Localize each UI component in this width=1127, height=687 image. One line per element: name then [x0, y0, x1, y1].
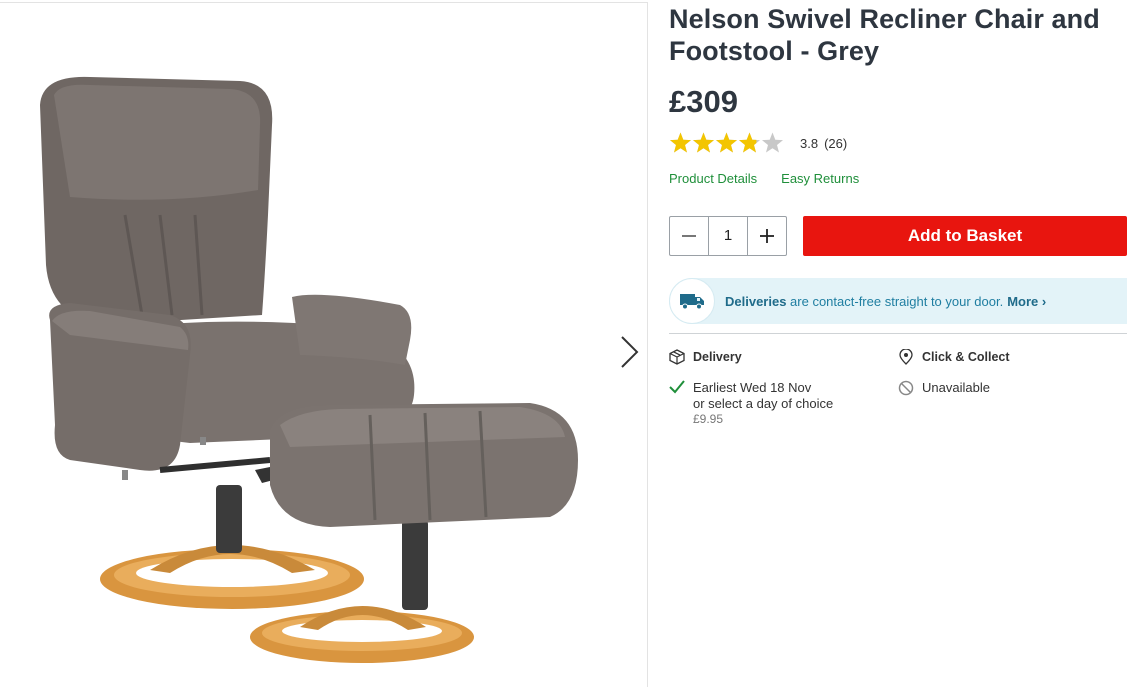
rating-count: (26)	[824, 135, 848, 151]
location-pin-icon	[899, 349, 913, 365]
fulfilment-options: Delivery Earliest Wed 18 Nov or select a…	[669, 349, 1127, 427]
truck-icon	[680, 294, 704, 310]
unavailable-icon	[898, 380, 914, 396]
product-price: £309	[669, 84, 738, 119]
product-details-link[interactable]: Product Details	[669, 171, 757, 186]
click-collect-heading: Click & Collect	[898, 349, 1127, 365]
add-to-basket-button[interactable]: Add to Basket	[803, 216, 1127, 256]
delivery-earliest-date: Earliest Wed 18 Nov	[693, 380, 812, 395]
click-collect-status: Unavailable	[922, 380, 990, 395]
delivery-banner-strong: Deliveries	[725, 293, 787, 309]
star-icon	[716, 132, 737, 153]
product-links: Product Details Easy Returns	[669, 171, 1127, 186]
divider	[669, 333, 1127, 334]
purchase-row: 1 Add to Basket	[669, 216, 1127, 256]
truck-icon-badge	[669, 278, 715, 324]
product-title: Nelson Swivel Recliner Chair and Footsto…	[669, 4, 1100, 66]
delivery-heading-label: Delivery	[693, 350, 742, 364]
check-icon	[669, 380, 685, 394]
delivery-more-label: More	[1007, 293, 1039, 309]
easy-returns-link[interactable]: Easy Returns	[781, 171, 859, 186]
delivery-fee: £9.95	[693, 412, 724, 426]
quantity-input[interactable]: 1	[708, 217, 748, 255]
chevron-right-icon	[621, 336, 639, 368]
rating-value: 3.8	[800, 135, 819, 151]
box-icon	[669, 349, 685, 365]
delivery-details: Earliest Wed 18 Nov or select a day of c…	[669, 380, 898, 427]
star-icon	[670, 132, 691, 153]
next-image-button[interactable]	[612, 331, 646, 373]
increase-quantity-button[interactable]	[748, 217, 786, 255]
click-collect-option[interactable]: Click & Collect Unavailable	[898, 349, 1127, 427]
click-collect-details: Unavailable	[898, 380, 1127, 396]
click-collect-heading-label: Click & Collect	[922, 350, 1010, 364]
star-icon	[739, 132, 760, 153]
delivery-banner-message: are contact-free straight to your door.	[786, 293, 1004, 309]
rating-stars	[669, 131, 784, 155]
delivery-banner-text: Deliveries are contact-free straight to …	[725, 294, 1003, 309]
star-icon	[693, 132, 714, 153]
product-rating[interactable]: 3.8 (26)	[669, 130, 1127, 156]
quantity-stepper: 1	[669, 216, 787, 256]
minus-icon	[682, 235, 696, 237]
delivery-choose-day: or select a day of choice	[693, 396, 834, 411]
delivery-heading: Delivery	[669, 349, 898, 365]
chevron-right-small-icon: ›	[1041, 293, 1047, 309]
delivery-option[interactable]: Delivery Earliest Wed 18 Nov or select a…	[669, 349, 898, 427]
star-icon	[762, 132, 783, 153]
product-image	[40, 76, 578, 663]
delivery-banner: Deliveries are contact-free straight to …	[669, 278, 1127, 324]
product-image-gallery	[0, 2, 648, 687]
product-info-panel: Nelson Swivel Recliner Chair and Footsto…	[669, 0, 1127, 687]
plus-icon	[760, 229, 774, 243]
delivery-more-link[interactable]: More ›	[1007, 294, 1046, 309]
decrease-quantity-button[interactable]	[670, 217, 708, 255]
